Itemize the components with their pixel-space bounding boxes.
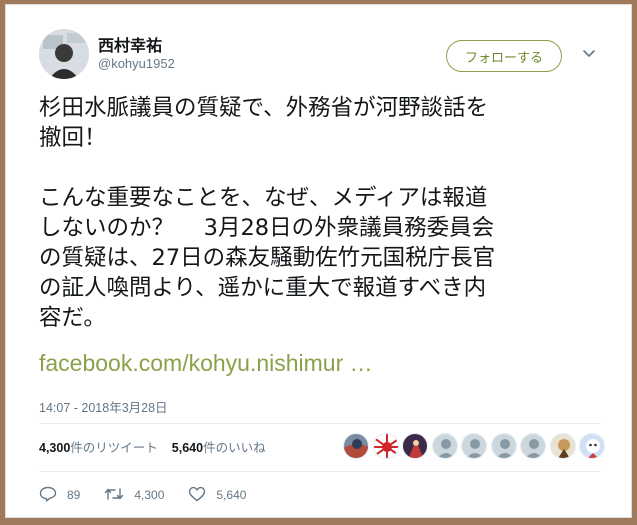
like-count: 5,640 (216, 488, 247, 502)
liker-avatar[interactable] (343, 433, 369, 459)
like-stat[interactable]: 5,640件のいいね (172, 440, 266, 455)
retweet-icon (104, 486, 134, 505)
reply-icon (39, 486, 67, 505)
tweet-card: 西村幸祐 @kohyu1952 フォローする 杉田水脈議員の質疑で、外務省が河野… (5, 4, 632, 518)
reply-button[interactable]: 89 (39, 486, 80, 505)
display-name[interactable]: 西村幸祐 (98, 32, 162, 56)
chevron-down-icon[interactable] (580, 45, 598, 63)
screen-name[interactable]: @kohyu1952 (98, 56, 175, 71)
avatar[interactable] (39, 29, 89, 79)
likes-count: 5,640 (171, 441, 204, 455)
tweet-link[interactable]: facebook.com/kohyu.nishimur … (39, 350, 373, 377)
divider (39, 423, 601, 424)
retweet-stat[interactable]: 4,300件のリツイート (39, 440, 158, 455)
liker-avatar[interactable] (431, 433, 458, 459)
retweets-label: 件のリツイート (70, 440, 158, 455)
retweet-count: 4,300 (134, 488, 165, 502)
liker-avatar[interactable] (579, 433, 605, 459)
liker-avatar[interactable] (372, 433, 399, 459)
liker-avatar[interactable] (549, 433, 576, 459)
retweets-count: 4,300 (39, 441, 71, 455)
engagement-stats: 4,300件のリツイート 5,640件のいいね (39, 437, 266, 456)
tweet-actions: 89 4,300 5,640 (39, 485, 270, 505)
retweet-button[interactable]: 4,300 (104, 486, 164, 505)
divider (39, 471, 601, 472)
tweet-header: 西村幸祐 @kohyu1952 フォローする (6, 5, 631, 85)
liker-avatar[interactable] (402, 433, 428, 459)
reply-count: 89 (67, 488, 81, 502)
tweet-text: 杉田水脈議員の質疑で、外務省が河野談話を 撤回！ こんな重要なことを、なぜ、メデ… (39, 95, 496, 331)
timestamp[interactable]: 14:07 - 2018年3月28日 (39, 397, 168, 416)
liker-avatar[interactable] (461, 433, 487, 459)
follow-button[interactable]: フォローする (446, 40, 562, 72)
heart-icon (188, 486, 216, 505)
liker-avatars (343, 433, 609, 461)
like-button[interactable]: 5,640 (188, 486, 246, 505)
liker-avatar[interactable] (490, 433, 517, 459)
liker-avatar[interactable] (520, 433, 546, 459)
likes-label: 件のいいね (203, 440, 266, 455)
